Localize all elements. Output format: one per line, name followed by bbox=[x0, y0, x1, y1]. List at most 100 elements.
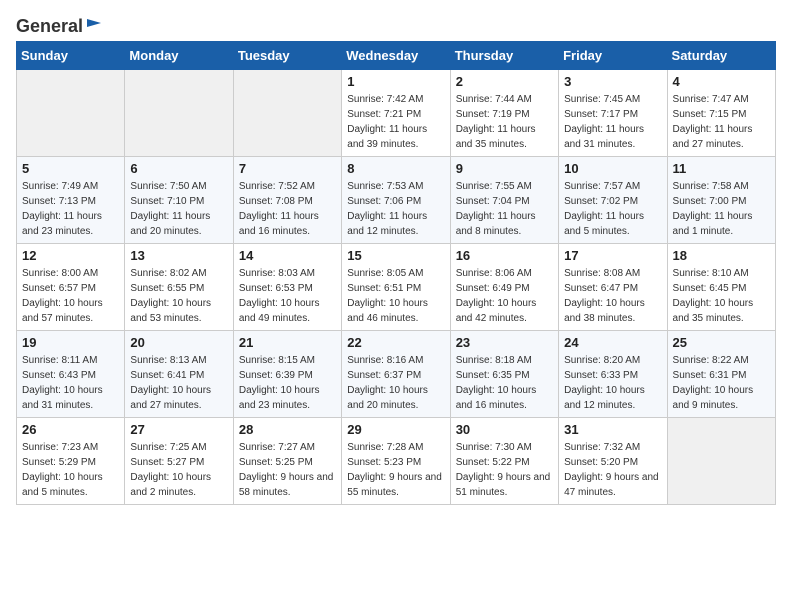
day-number: 25 bbox=[673, 335, 770, 350]
day-number: 21 bbox=[239, 335, 336, 350]
day-info: Sunrise: 8:00 AMSunset: 6:57 PMDaylight:… bbox=[22, 266, 119, 326]
day-number: 22 bbox=[347, 335, 444, 350]
day-info: Sunrise: 7:55 AMSunset: 7:04 PMDaylight:… bbox=[456, 179, 553, 239]
calendar-week-row: 12 Sunrise: 8:00 AMSunset: 6:57 PMDayligh… bbox=[17, 244, 776, 331]
day-info: Sunrise: 7:25 AMSunset: 5:27 PMDaylight:… bbox=[130, 440, 227, 500]
calendar-cell: 23 Sunrise: 8:18 AMSunset: 6:35 PMDayligh… bbox=[450, 331, 558, 418]
day-info: Sunrise: 8:10 AMSunset: 6:45 PMDaylight:… bbox=[673, 266, 770, 326]
weekday-header-wednesday: Wednesday bbox=[342, 42, 450, 70]
day-info: Sunrise: 7:44 AMSunset: 7:19 PMDaylight:… bbox=[456, 92, 553, 152]
day-info: Sunrise: 7:47 AMSunset: 7:15 PMDaylight:… bbox=[673, 92, 770, 152]
calendar-cell: 8Sunrise: 7:53 AMSunset: 7:06 PMDaylight… bbox=[342, 157, 450, 244]
calendar-cell: 2 Sunrise: 7:44 AMSunset: 7:19 PMDaylight… bbox=[450, 70, 558, 157]
day-number: 6 bbox=[130, 161, 227, 176]
day-number: 1 bbox=[347, 74, 444, 89]
day-number: 7 bbox=[239, 161, 336, 176]
day-number: 26 bbox=[22, 422, 119, 437]
calendar-cell: 28Sunrise: 7:27 AMSunset: 5:25 PMDayligh… bbox=[233, 418, 341, 505]
calendar-cell: 25 Sunrise: 8:22 AMSunset: 6:31 PMDayligh… bbox=[667, 331, 775, 418]
day-info: Sunrise: 7:57 AMSunset: 7:02 PMDaylight:… bbox=[564, 179, 661, 239]
day-number: 18 bbox=[673, 248, 770, 263]
day-number: 4 bbox=[673, 74, 770, 89]
calendar-cell: 30 Sunrise: 7:30 AMSunset: 5:22 PMDayligh… bbox=[450, 418, 558, 505]
day-info: Sunrise: 7:50 AMSunset: 7:10 PMDaylight:… bbox=[130, 179, 227, 239]
calendar-cell bbox=[233, 70, 341, 157]
calendar-cell: 20Sunrise: 8:13 AMSunset: 6:41 PMDayligh… bbox=[125, 331, 233, 418]
day-number: 15 bbox=[347, 248, 444, 263]
calendar-cell: 29 Sunrise: 7:28 AMSunset: 5:23 PMDayligh… bbox=[342, 418, 450, 505]
day-number: 23 bbox=[456, 335, 553, 350]
calendar-cell: 11 Sunrise: 7:58 AMSunset: 7:00 PMDayligh… bbox=[667, 157, 775, 244]
logo: General bbox=[16, 16, 103, 33]
calendar-cell: 17 Sunrise: 8:08 AMSunset: 6:47 PMDayligh… bbox=[559, 244, 667, 331]
day-number: 10 bbox=[564, 161, 661, 176]
calendar: SundayMondayTuesdayWednesdayThursdayFrid… bbox=[16, 41, 776, 505]
day-info: Sunrise: 8:16 AMSunset: 6:37 PMDaylight:… bbox=[347, 353, 444, 413]
day-number: 13 bbox=[130, 248, 227, 263]
day-number: 24 bbox=[564, 335, 661, 350]
calendar-cell: 6 Sunrise: 7:50 AMSunset: 7:10 PMDaylight… bbox=[125, 157, 233, 244]
day-info: Sunrise: 8:11 AMSunset: 6:43 PMDaylight:… bbox=[22, 353, 119, 413]
logo-flag-icon bbox=[85, 17, 103, 35]
calendar-cell: 22 Sunrise: 8:16 AMSunset: 6:37 PMDayligh… bbox=[342, 331, 450, 418]
day-number: 11 bbox=[673, 161, 770, 176]
day-number: 17 bbox=[564, 248, 661, 263]
day-info: Sunrise: 7:52 AMSunset: 7:08 PMDaylight:… bbox=[239, 179, 336, 239]
day-number: 3 bbox=[564, 74, 661, 89]
calendar-cell: 14Sunrise: 8:03 AMSunset: 6:53 PMDayligh… bbox=[233, 244, 341, 331]
day-info: Sunrise: 7:58 AMSunset: 7:00 PMDaylight:… bbox=[673, 179, 770, 239]
weekday-header-monday: Monday bbox=[125, 42, 233, 70]
calendar-cell: 5Sunrise: 7:49 AMSunset: 7:13 PMDaylight… bbox=[17, 157, 125, 244]
calendar-week-row: 26 Sunrise: 7:23 AMSunset: 5:29 PMDayligh… bbox=[17, 418, 776, 505]
weekday-header-row: SundayMondayTuesdayWednesdayThursdayFrid… bbox=[17, 42, 776, 70]
day-number: 27 bbox=[130, 422, 227, 437]
day-info: Sunrise: 8:15 AMSunset: 6:39 PMDaylight:… bbox=[239, 353, 336, 413]
calendar-cell: 4 Sunrise: 7:47 AMSunset: 7:15 PMDaylight… bbox=[667, 70, 775, 157]
calendar-cell: 13Sunrise: 8:02 AMSunset: 6:55 PMDayligh… bbox=[125, 244, 233, 331]
day-info: Sunrise: 7:32 AMSunset: 5:20 PMDaylight:… bbox=[564, 440, 661, 500]
day-info: Sunrise: 8:22 AMSunset: 6:31 PMDaylight:… bbox=[673, 353, 770, 413]
day-info: Sunrise: 7:30 AMSunset: 5:22 PMDaylight:… bbox=[456, 440, 553, 500]
weekday-header-saturday: Saturday bbox=[667, 42, 775, 70]
day-info: Sunrise: 7:23 AMSunset: 5:29 PMDaylight:… bbox=[22, 440, 119, 500]
calendar-cell bbox=[17, 70, 125, 157]
calendar-cell: 9 Sunrise: 7:55 AMSunset: 7:04 PMDaylight… bbox=[450, 157, 558, 244]
calendar-cell: 10 Sunrise: 7:57 AMSunset: 7:02 PMDayligh… bbox=[559, 157, 667, 244]
day-info: Sunrise: 8:05 AMSunset: 6:51 PMDaylight:… bbox=[347, 266, 444, 326]
day-info: Sunrise: 7:45 AMSunset: 7:17 PMDaylight:… bbox=[564, 92, 661, 152]
day-number: 20 bbox=[130, 335, 227, 350]
day-info: Sunrise: 8:20 AMSunset: 6:33 PMDaylight:… bbox=[564, 353, 661, 413]
calendar-cell: 26 Sunrise: 7:23 AMSunset: 5:29 PMDayligh… bbox=[17, 418, 125, 505]
weekday-header-tuesday: Tuesday bbox=[233, 42, 341, 70]
calendar-cell: 3 Sunrise: 7:45 AMSunset: 7:17 PMDaylight… bbox=[559, 70, 667, 157]
day-number: 31 bbox=[564, 422, 661, 437]
calendar-cell: 21 Sunrise: 8:15 AMSunset: 6:39 PMDayligh… bbox=[233, 331, 341, 418]
day-number: 14 bbox=[239, 248, 336, 263]
calendar-cell: 7 Sunrise: 7:52 AMSunset: 7:08 PMDaylight… bbox=[233, 157, 341, 244]
day-number: 16 bbox=[456, 248, 553, 263]
calendar-cell: 19 Sunrise: 8:11 AMSunset: 6:43 PMDayligh… bbox=[17, 331, 125, 418]
day-number: 19 bbox=[22, 335, 119, 350]
day-info: Sunrise: 7:28 AMSunset: 5:23 PMDaylight:… bbox=[347, 440, 444, 500]
weekday-header-sunday: Sunday bbox=[17, 42, 125, 70]
day-info: Sunrise: 7:53 AMSunset: 7:06 PMDaylight:… bbox=[347, 179, 444, 239]
weekday-header-thursday: Thursday bbox=[450, 42, 558, 70]
day-number: 30 bbox=[456, 422, 553, 437]
calendar-week-row: 5Sunrise: 7:49 AMSunset: 7:13 PMDaylight… bbox=[17, 157, 776, 244]
calendar-cell bbox=[667, 418, 775, 505]
calendar-cell: 27 Sunrise: 7:25 AMSunset: 5:27 PMDayligh… bbox=[125, 418, 233, 505]
day-number: 12 bbox=[22, 248, 119, 263]
calendar-cell: 12 Sunrise: 8:00 AMSunset: 6:57 PMDayligh… bbox=[17, 244, 125, 331]
calendar-cell: 31 Sunrise: 7:32 AMSunset: 5:20 PMDayligh… bbox=[559, 418, 667, 505]
calendar-cell: 15 Sunrise: 8:05 AMSunset: 6:51 PMDayligh… bbox=[342, 244, 450, 331]
day-number: 5 bbox=[22, 161, 119, 176]
day-number: 2 bbox=[456, 74, 553, 89]
day-number: 9 bbox=[456, 161, 553, 176]
day-info: Sunrise: 8:18 AMSunset: 6:35 PMDaylight:… bbox=[456, 353, 553, 413]
calendar-cell bbox=[125, 70, 233, 157]
calendar-cell: 1Sunrise: 7:42 AMSunset: 7:21 PMDaylight… bbox=[342, 70, 450, 157]
day-info: Sunrise: 8:08 AMSunset: 6:47 PMDaylight:… bbox=[564, 266, 661, 326]
logo-general-text: General bbox=[16, 16, 83, 37]
day-number: 29 bbox=[347, 422, 444, 437]
day-info: Sunrise: 7:27 AMSunset: 5:25 PMDaylight:… bbox=[239, 440, 336, 500]
